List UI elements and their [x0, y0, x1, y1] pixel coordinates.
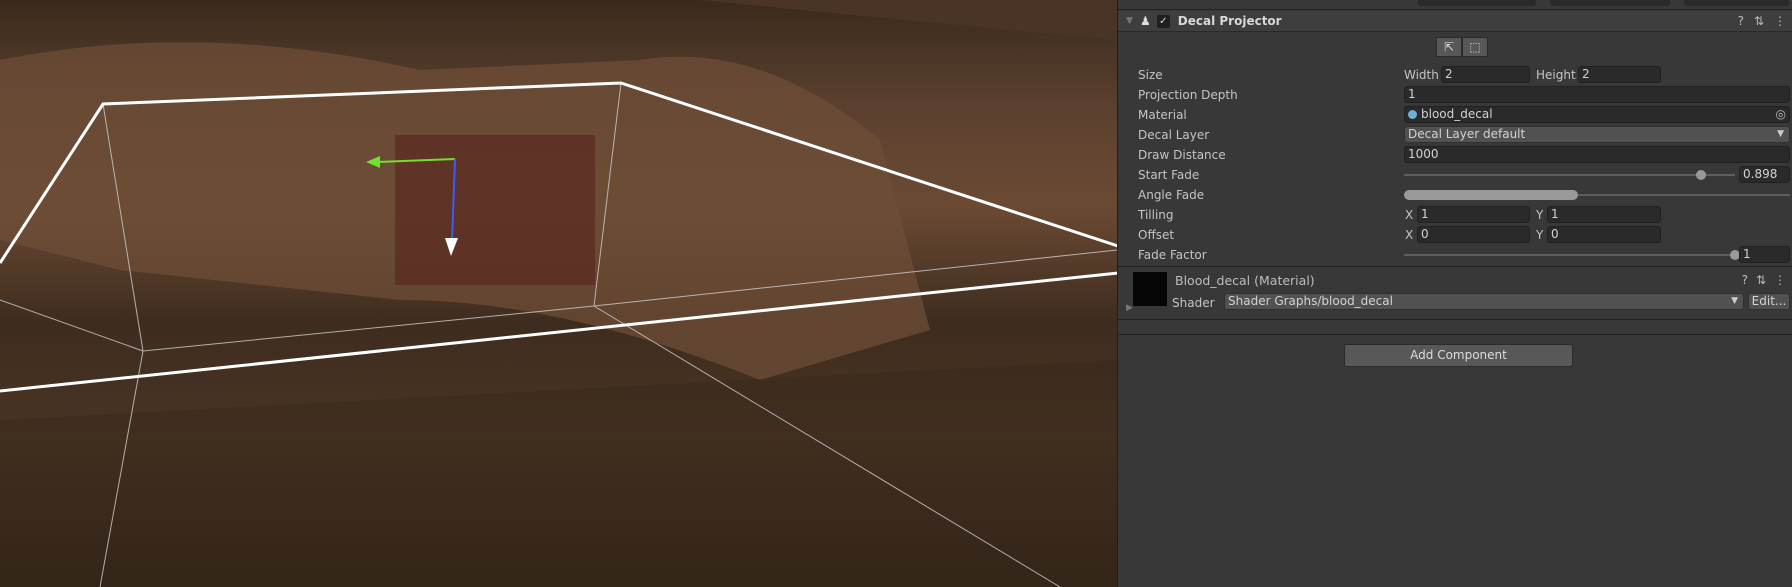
angle-fade-label: Angle Fade	[1138, 188, 1205, 202]
start-fade-field[interactable]: 0.898	[1739, 166, 1790, 183]
projection-depth-row: Projection Depth 1	[1118, 85, 1792, 105]
inspector-panel: ▼ ♟ ✓ Decal Projector ? ⇅ ⋮ ⇱ ⬚ Size Width…	[1117, 0, 1792, 587]
scene-geometry	[0, 0, 1117, 587]
add-component-button[interactable]: Add Component	[1344, 344, 1573, 367]
angle-fade-range[interactable]	[1404, 190, 1578, 200]
component-header[interactable]: ▼ ♟ ✓ Decal Projector ? ⇅ ⋮	[1118, 11, 1792, 32]
start-fade-slider[interactable]	[1404, 174, 1735, 176]
chevron-down-icon: ▼	[1731, 296, 1738, 306]
tilling-row: Tilling X 1 Y 1	[1118, 205, 1792, 225]
projection-depth-label: Projection Depth	[1138, 88, 1238, 102]
material-row: Material blood_decal ◎	[1118, 105, 1792, 125]
width-field[interactable]: 2	[1441, 66, 1530, 83]
rock-top	[0, 0, 1117, 40]
divider	[1118, 334, 1792, 335]
material-title: Blood_decal (Material)	[1175, 273, 1315, 288]
size-row: Size Width 2 Height 2	[1118, 65, 1792, 85]
shader-value: Shader Graphs/blood_decal	[1228, 294, 1393, 308]
material-icon	[1408, 110, 1417, 119]
previous-component-bottom	[1118, 0, 1792, 10]
offset-x-field[interactable]: 0	[1417, 226, 1530, 243]
fade-factor-label: Fade Factor	[1138, 248, 1207, 262]
shader-dropdown[interactable]: Shader Graphs/blood_decal ▼	[1224, 293, 1744, 310]
presets-icon[interactable]: ⇅	[1756, 273, 1766, 287]
help-icon[interactable]: ?	[1742, 273, 1748, 287]
material-section: Blood_decal (Material) ? ⇅ ⋮ ▶ Shader Shad…	[1118, 266, 1792, 320]
offset-row: Offset X 0 Y 0	[1118, 225, 1792, 245]
start-fade-label: Start Fade	[1138, 168, 1200, 182]
decal-layer-dropdown[interactable]: Decal Layer default ▼	[1404, 126, 1790, 143]
decal-projector-icon: ♟	[1140, 14, 1151, 28]
more-menu-icon[interactable]: ⋮	[1774, 273, 1786, 287]
help-icon[interactable]: ?	[1738, 14, 1744, 28]
offset-x-label: X	[1405, 228, 1414, 242]
prev-field	[1684, 0, 1789, 6]
prev-field	[1550, 0, 1670, 6]
tilling-x-field[interactable]: 1	[1417, 206, 1530, 223]
chevron-down-icon: ▼	[1777, 129, 1784, 139]
presets-icon[interactable]: ⇅	[1754, 14, 1764, 28]
shader-label: Shader	[1172, 296, 1215, 310]
height-label: Height	[1536, 68, 1576, 82]
draw-distance-field[interactable]: 1000	[1404, 146, 1790, 163]
start-fade-row: Start Fade 0.898	[1118, 165, 1792, 185]
tilling-y-field[interactable]: 1	[1547, 206, 1661, 223]
projection-depth-field[interactable]: 1	[1404, 86, 1790, 103]
fade-factor-slider[interactable]	[1404, 254, 1735, 256]
decal-projection	[395, 135, 595, 285]
material-field[interactable]: blood_decal ◎	[1404, 106, 1790, 123]
size-label: Size	[1138, 68, 1163, 82]
edit-bounds-button[interactable]: ⬚	[1462, 37, 1488, 57]
decal-layer-label: Decal Layer	[1138, 128, 1210, 142]
offset-y-label: Y	[1536, 228, 1544, 242]
object-picker-icon[interactable]: ◎	[1776, 107, 1786, 122]
decal-layer-value: Decal Layer default	[1408, 127, 1526, 141]
more-menu-icon[interactable]: ⋮	[1774, 14, 1786, 28]
material-preview	[1133, 272, 1167, 306]
fade-factor-row: Fade Factor 1	[1118, 245, 1792, 265]
component-title: Decal Projector	[1177, 14, 1282, 28]
foldout-arrow-icon[interactable]: ▼	[1126, 16, 1134, 26]
foldout-arrow-icon[interactable]: ▶	[1126, 303, 1133, 313]
ground	[0, 360, 1117, 587]
offset-y-field[interactable]: 0	[1547, 226, 1661, 243]
edit-shader-button[interactable]: Edit...	[1748, 293, 1790, 310]
material-label: Material	[1138, 108, 1187, 122]
draw-distance-label: Draw Distance	[1138, 148, 1226, 162]
scale-mode-button[interactable]: ⇱	[1436, 37, 1462, 57]
offset-label: Offset	[1138, 228, 1175, 242]
start-fade-handle[interactable]	[1696, 170, 1707, 180]
enabled-checkbox[interactable]: ✓	[1156, 14, 1170, 28]
decal-layer-row: Decal Layer Decal Layer default ▼	[1118, 125, 1792, 145]
draw-distance-row: Draw Distance 1000	[1118, 145, 1792, 165]
tilling-label: Tilling	[1138, 208, 1174, 222]
prev-field	[1418, 0, 1536, 6]
width-label: Width	[1404, 68, 1439, 82]
tilling-x-label: X	[1405, 208, 1414, 222]
tilling-y-label: Y	[1536, 208, 1544, 222]
angle-fade-row: Angle Fade	[1118, 185, 1792, 205]
fade-factor-field[interactable]: 1	[1739, 246, 1790, 263]
height-field[interactable]: 2	[1578, 66, 1661, 83]
scene-view[interactable]	[0, 0, 1117, 587]
material-value: blood_decal	[1421, 107, 1493, 121]
